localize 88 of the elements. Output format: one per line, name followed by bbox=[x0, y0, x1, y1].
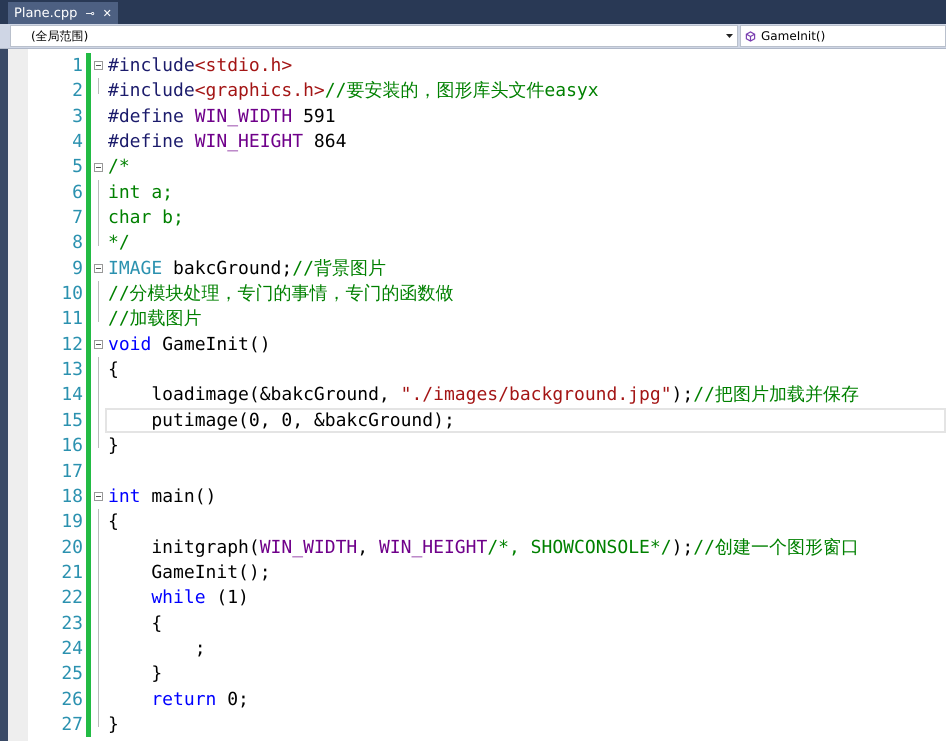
code-comment: /*, SHOWCONSOLE*/ bbox=[487, 536, 672, 558]
code-text: ); bbox=[672, 536, 694, 558]
type-name: IMAGE bbox=[108, 258, 162, 279]
code-text: , bbox=[357, 536, 370, 558]
line-number: 21 bbox=[60, 560, 84, 585]
string-literal: <stdio.h> bbox=[194, 55, 292, 76]
code-keyword: return bbox=[150, 688, 216, 710]
line-number: 13 bbox=[60, 358, 84, 382]
code-text: { bbox=[108, 359, 119, 380]
line-number: 12 bbox=[60, 332, 84, 357]
code-text: loadimage(&bakcGround, bbox=[150, 384, 391, 406]
line-number: 11 bbox=[60, 307, 84, 332]
collapse-icon[interactable] bbox=[94, 492, 102, 502]
collapse-icon[interactable] bbox=[94, 162, 102, 172]
code-comment: //要安装的，图形库头文件easyx bbox=[324, 80, 599, 102]
line-number: 20 bbox=[60, 536, 84, 560]
collapse-icon[interactable] bbox=[94, 264, 102, 273]
line-number: 26 bbox=[60, 688, 84, 712]
caret-icon bbox=[726, 34, 733, 38]
close-button[interactable]: ✕ bbox=[102, 6, 112, 20]
code-text: main() bbox=[150, 486, 216, 507]
member-dropdown[interactable]: GameInit() bbox=[740, 25, 946, 47]
line-number: 14 bbox=[60, 383, 84, 408]
file-tab-label: Plane.cpp bbox=[14, 6, 78, 20]
code-comment: //背景图片 bbox=[292, 258, 386, 279]
line-number: 8 bbox=[71, 231, 84, 256]
code-text: ); bbox=[672, 384, 694, 406]
line-number: 9 bbox=[71, 256, 84, 281]
code-text: 591 bbox=[302, 106, 336, 127]
code-text: GameInit(); bbox=[150, 562, 271, 583]
collapse-icon[interactable] bbox=[94, 340, 102, 349]
code-text: GameInit() bbox=[161, 334, 271, 355]
code-comment: char b; bbox=[108, 207, 184, 228]
cube-icon bbox=[745, 30, 756, 42]
code-text: 0; bbox=[226, 688, 249, 710]
code-comment: int a; bbox=[108, 182, 174, 203]
code-text: putimage(0, 0, &bakcGround); bbox=[150, 410, 455, 431]
line-number: 19 bbox=[60, 510, 84, 534]
code-keyword: int bbox=[108, 486, 141, 507]
line-number: 24 bbox=[60, 636, 84, 661]
macro-name: WIN_WIDTH bbox=[260, 536, 358, 558]
line-number: 1 bbox=[71, 54, 84, 78]
line-number: 4 bbox=[71, 130, 84, 154]
line-number: 23 bbox=[60, 612, 84, 636]
code-comment: //加载图片 bbox=[108, 308, 202, 330]
string-literal: "./images/background.jpg" bbox=[400, 384, 672, 406]
line-number: 22 bbox=[60, 586, 84, 610]
line-number: 7 bbox=[71, 206, 84, 230]
line-number: 27 bbox=[60, 712, 84, 737]
line-number: 15 bbox=[60, 408, 84, 433]
line-number: 2 bbox=[71, 79, 84, 104]
code-text: ; bbox=[194, 638, 206, 659]
line-number: 5 bbox=[71, 155, 84, 180]
code-text: (1) bbox=[215, 587, 249, 608]
code-text: initgraph( bbox=[150, 536, 260, 558]
preprocessor-directive: #define bbox=[108, 131, 185, 152]
line-number: 16 bbox=[60, 434, 84, 458]
code-comment: //分模块处理，专门的事情，专门的函数做 bbox=[108, 283, 454, 304]
code-text: bakcGround; bbox=[172, 258, 292, 279]
file-tab[interactable]: Plane.cpp ⊸ ✕ bbox=[8, 2, 118, 24]
macro-name: WIN_WIDTH bbox=[194, 106, 292, 127]
line-number: 10 bbox=[60, 282, 84, 306]
preprocessor-directive: #define bbox=[108, 106, 185, 127]
code-comment: //把图片加载并保存 bbox=[693, 384, 859, 406]
preprocessor-directive: #include bbox=[108, 80, 195, 102]
code-text: 864 bbox=[312, 131, 346, 152]
pin-button[interactable]: ⊸ bbox=[85, 6, 95, 20]
code-text: { bbox=[108, 511, 119, 532]
macro-name: WIN_HEIGHT bbox=[378, 536, 488, 558]
macro-name: WIN_HEIGHT bbox=[194, 131, 304, 152]
collapse-icon[interactable] bbox=[94, 61, 102, 70]
string-literal: <graphics.h> bbox=[194, 80, 325, 102]
code-comment: //创建一个图形窗口 bbox=[693, 536, 859, 558]
line-number: 17 bbox=[60, 460, 84, 484]
line-number: 18 bbox=[60, 484, 84, 509]
line-number: 3 bbox=[71, 104, 84, 129]
code-comment: /* bbox=[108, 156, 130, 178]
preprocessor-directive: #include bbox=[108, 55, 195, 76]
line-number: 25 bbox=[60, 662, 84, 686]
code-comment: */ bbox=[108, 232, 130, 254]
code-keyword: while bbox=[150, 587, 206, 608]
code-keyword: void bbox=[108, 334, 152, 355]
code-text: } bbox=[150, 663, 162, 684]
line-number: 6 bbox=[71, 180, 84, 205]
code-text: } bbox=[108, 714, 119, 735]
code-text: { bbox=[150, 612, 162, 634]
code-text: } bbox=[108, 435, 119, 456]
scope-dropdown[interactable]: (全局范围) bbox=[10, 25, 738, 47]
